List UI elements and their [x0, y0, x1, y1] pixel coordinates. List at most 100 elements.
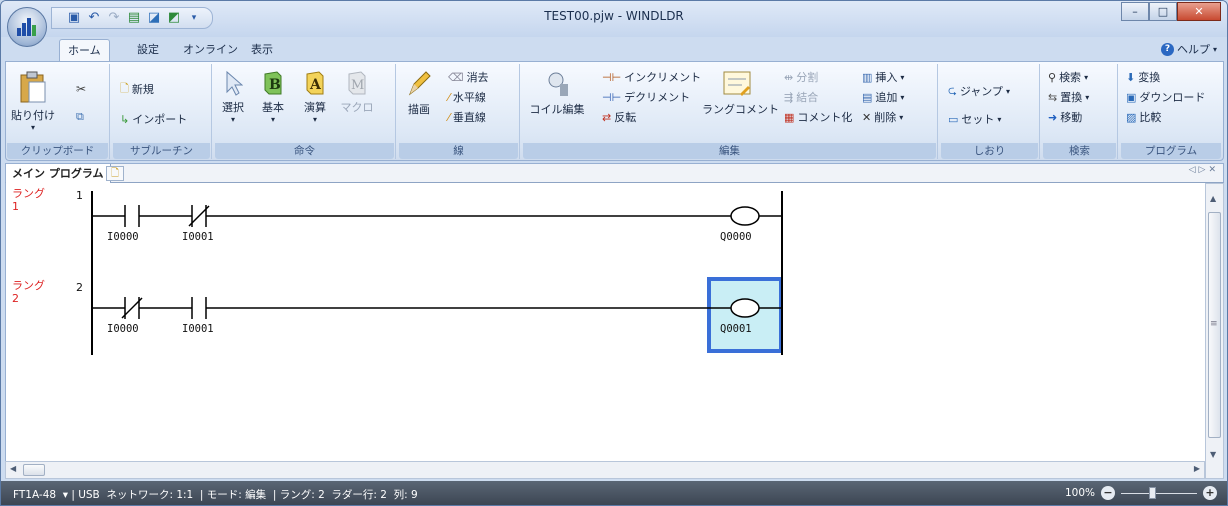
tab-right-icon[interactable]: ▷: [1199, 165, 1209, 175]
join-label: 結合: [796, 91, 819, 104]
vertical-line-button[interactable]: ⁄ 垂直線: [448, 108, 486, 126]
invert-icon: ⇄: [602, 110, 612, 124]
chevron-down-icon: ▾: [899, 112, 904, 122]
decrement-icon: ⊣⊢: [602, 90, 622, 104]
advanced-a-icon: A: [306, 71, 324, 95]
advanced-instruction-button[interactable]: A 演算 ▾: [298, 70, 332, 124]
scroll-down-icon[interactable]: ▼: [1210, 450, 1216, 459]
comment-out-button[interactable]: ▦ コメント化: [784, 108, 852, 126]
copy-button[interactable]: ⧉: [76, 108, 84, 126]
rung-label: ラング 1: [12, 187, 45, 213]
horizontal-scroll-thumb[interactable]: [23, 464, 45, 476]
rung-comment-label: ラングコメント: [702, 103, 779, 116]
zoom-slider[interactable]: [1121, 486, 1197, 499]
tab-view[interactable]: 表示: [243, 39, 281, 61]
new-tab-icon[interactable]: 🗋: [106, 166, 124, 181]
rung-comment-icon: [723, 71, 751, 96]
set-bookmark-button[interactable]: ▭ セット ▾: [948, 110, 1001, 128]
convert-icon: ⬇: [1126, 70, 1136, 84]
cut-button[interactable]: ✂: [76, 80, 86, 98]
scroll-right-icon[interactable]: ▶: [1194, 464, 1200, 473]
download-button[interactable]: ▣ ダウンロード: [1126, 88, 1205, 106]
rung-comment-button[interactable]: ラングコメント: [702, 70, 779, 117]
move-button[interactable]: ➜ 移動: [1048, 108, 1082, 126]
tab-left-icon[interactable]: ◁: [1189, 165, 1199, 175]
rung-number: 2: [76, 281, 83, 294]
group-search: ⚲ 検索 ▾ ⇆ 置換 ▾ ➜ 移動 検索: [1042, 64, 1118, 159]
add-button[interactable]: ▤ 追加 ▾: [862, 88, 904, 106]
coil-edit-button[interactable]: コイル編集: [526, 70, 588, 117]
erase-button[interactable]: ⌫ 消去: [448, 68, 489, 86]
delete-button[interactable]: ✕ 削除 ▾: [862, 108, 903, 126]
split-button[interactable]: ⇹ 分割: [784, 68, 818, 86]
title-bar: ▣ ↶ ↷ ▤ ◪ ◩ ▾ TEST00.pjw - WINDLDR – □ ✕: [1, 1, 1227, 37]
zoom-control: 100% − +: [1065, 486, 1217, 500]
zoom-slider-knob[interactable]: [1149, 486, 1156, 499]
scroll-left-icon[interactable]: ◀: [10, 464, 16, 473]
insert-icon: ▥: [862, 70, 873, 84]
chevron-down-icon: ▾: [230, 115, 235, 124]
zoom-out-icon[interactable]: −: [1101, 486, 1115, 500]
scroll-up-icon[interactable]: ▲: [1210, 194, 1216, 203]
draw-label: 描画: [408, 103, 430, 116]
decrement-button[interactable]: ⊣⊢ デクリメント: [602, 88, 690, 106]
group-line: 描画 ⌫ 消去 ⁄ 水平線 ⁄ 垂直線 線: [398, 64, 520, 159]
device-label: Q0000: [720, 231, 752, 243]
ladder-diagram: [91, 191, 783, 355]
macro-button[interactable]: M マクロ: [340, 70, 374, 115]
horizontal-line-button[interactable]: ⁄ 水平線: [448, 88, 486, 106]
coil-edit-label: コイル編集: [529, 103, 585, 116]
convert-button[interactable]: ⬇ 変換: [1126, 68, 1160, 86]
close-button[interactable]: ✕: [1177, 2, 1221, 21]
delete-label: 削除: [874, 111, 897, 124]
tab-online[interactable]: オンライン: [175, 39, 246, 61]
comment-out-icon: ▦: [784, 110, 795, 124]
increment-button[interactable]: ⊣⊢ インクリメント: [602, 68, 701, 86]
add-label: 追加: [875, 91, 898, 104]
contact-i0001-r2: [192, 297, 206, 319]
insert-button[interactable]: ▥ 挿入 ▾: [862, 68, 904, 86]
pencil-icon: [408, 71, 431, 96]
zoom-in-icon[interactable]: +: [1203, 486, 1217, 500]
replace-button[interactable]: ⇆ 置換 ▾: [1048, 88, 1089, 106]
app-menu-orb[interactable]: [7, 7, 47, 47]
invert-button[interactable]: ⇄ 反転: [602, 108, 636, 126]
help-label: ヘルプ: [1176, 43, 1210, 56]
ladder-editor[interactable]: ラング 1 1 I0000 I0001 Q0000 ラング 2 2 I0000 …: [5, 183, 1205, 461]
find-button[interactable]: ⚲ 検索 ▾: [1048, 68, 1088, 86]
basic-instruction-button[interactable]: B 基本 ▾: [256, 70, 290, 124]
vertical-scrollbar[interactable]: ▲ ≡ ▼: [1205, 183, 1224, 479]
tab-home[interactable]: ホーム: [59, 39, 110, 62]
import-button[interactable]: ↳ インポート: [120, 110, 187, 128]
replace-label: 置換: [1060, 91, 1083, 104]
maximize-button[interactable]: □: [1149, 2, 1177, 21]
close-document-icon[interactable]: ✕: [1208, 165, 1219, 175]
select-button[interactable]: 選択 ▾: [218, 70, 248, 124]
group-label-line: 線: [399, 143, 518, 159]
paste-button[interactable]: 貼り付け ▾: [10, 70, 56, 132]
help-menu[interactable]: ? ヘルプ ▾: [1160, 41, 1217, 57]
move-label: 移動: [1060, 111, 1083, 124]
hline-label: 水平線: [452, 91, 486, 104]
tab-settings[interactable]: 設定: [129, 39, 167, 61]
svg-text:B: B: [269, 77, 281, 93]
device-label: I0000: [107, 323, 139, 335]
draw-button[interactable]: 描画: [402, 70, 436, 117]
join-button[interactable]: ⇶ 結合: [784, 88, 818, 106]
tab-main-program[interactable]: メイン プログラム: [6, 164, 111, 183]
set-label: セット: [961, 113, 995, 126]
download-icon: ▣: [1126, 90, 1137, 104]
coil-q0000: [730, 206, 760, 226]
group-label-search: 検索: [1043, 143, 1116, 159]
chevron-down-icon: ▾: [270, 115, 275, 124]
minimize-button[interactable]: –: [1121, 2, 1149, 21]
svg-text:A: A: [309, 77, 322, 93]
horizontal-scrollbar[interactable]: ◀ ▶: [5, 461, 1205, 479]
windldr-logo-icon: [17, 18, 37, 36]
compare-button[interactable]: ▨ 比較: [1126, 108, 1161, 126]
jump-button[interactable]: ⮎ ジャンプ ▾: [948, 82, 1010, 100]
new-subroutine-button[interactable]: 🗋 新規: [120, 80, 154, 98]
new-label: 新規: [131, 83, 154, 96]
join-icon: ⇶: [784, 90, 794, 104]
app-window: ▣ ↶ ↷ ▤ ◪ ◩ ▾ TEST00.pjw - WINDLDR – □ ✕…: [0, 0, 1228, 506]
